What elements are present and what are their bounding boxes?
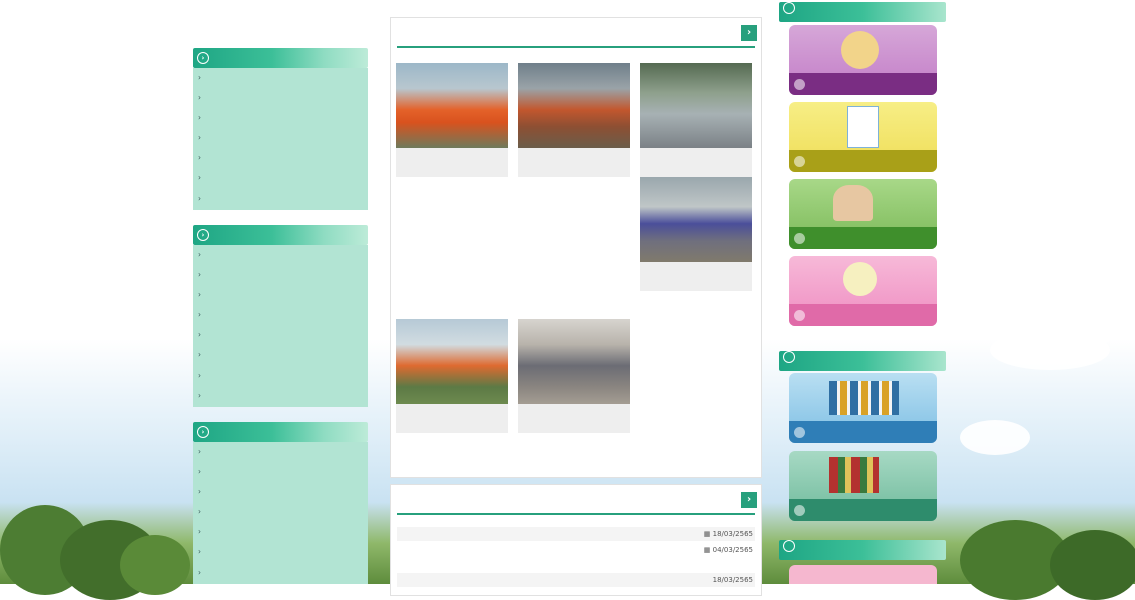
activity-photo: [518, 63, 630, 148]
activity-photo: [640, 177, 752, 262]
news-date: ▦ 04/03/2565: [703, 546, 753, 554]
arrow-circle-icon: [794, 505, 805, 516]
complaint-report-banner[interactable]: [789, 256, 937, 326]
news-date: 18/03/2565: [712, 576, 753, 584]
arrow-circle-icon: ›: [197, 425, 209, 438]
tree: [1050, 530, 1135, 600]
arrow-circle-icon: [783, 540, 795, 552]
complaint-manual-banner[interactable]: [789, 102, 937, 172]
news-date: ▦ 18/03/2565: [703, 530, 753, 538]
tree: [120, 535, 190, 595]
right-column: [779, 0, 950, 584]
activity-card[interactable]: [396, 63, 508, 177]
left-column: › › ›: [193, 0, 373, 584]
binders-icon: [829, 381, 899, 415]
menu-item-dev-strategy[interactable]: [193, 442, 368, 462]
activities-divider: [397, 46, 755, 48]
activity-caption: [640, 148, 752, 177]
news-panel: › ▦ 18/03/2565 ▦ 04/03/2565 18/03/2565: [390, 484, 762, 596]
menu-item-society[interactable]: [193, 148, 368, 168]
arrow-circle-icon: [783, 351, 795, 363]
menu-item-evaluation[interactable]: [193, 542, 368, 562]
menu-item-strategy[interactable]: [193, 88, 368, 108]
activity-card[interactable]: [396, 319, 508, 433]
menu-item-tourism[interactable]: [193, 189, 368, 209]
news-item[interactable]: ▦ 18/03/2565: [397, 527, 755, 541]
menu-item-annual-results[interactable]: [193, 522, 368, 542]
cloud: [960, 420, 1030, 455]
menu-item-budget[interactable]: [193, 482, 368, 502]
menu-plans: [193, 442, 368, 584]
menu-item-action-plan[interactable]: [193, 502, 368, 522]
news-item[interactable]: 18/03/2565: [397, 573, 755, 587]
news-item[interactable]: ▦ 04/03/2565: [397, 545, 755, 567]
menu-item-staffing-plan[interactable]: [193, 462, 368, 482]
menu-item-agency-structure[interactable]: [193, 305, 368, 325]
law-header: [779, 540, 946, 560]
complaint-steps-banner[interactable]: [789, 25, 937, 95]
activity-photo: [396, 63, 508, 148]
activity-photo: [518, 319, 630, 404]
menu-item-internal-control[interactable]: [193, 563, 368, 583]
complaint-channel-banner[interactable]: [789, 179, 937, 249]
news-arrow-button[interactable]: ›: [741, 492, 757, 508]
activity-caption: [396, 404, 508, 433]
activity-photo: [640, 63, 752, 148]
report-icon: [843, 262, 877, 296]
menu-header-structure: ›: [193, 225, 368, 245]
person-icon: [841, 31, 879, 69]
activity-card[interactable]: [640, 177, 752, 291]
megaphone-person-icon: [833, 185, 873, 221]
menu-item-economy[interactable]: [193, 128, 368, 148]
menu-item-otop[interactable]: [193, 168, 368, 188]
menu-item-structure-duties[interactable]: [193, 245, 368, 265]
activity-caption: [518, 404, 630, 433]
activity-photo: [396, 319, 508, 404]
menu-item-general-info[interactable]: [193, 108, 368, 128]
activity-card[interactable]: [518, 319, 630, 433]
arrow-circle-icon: ›: [197, 51, 209, 64]
menu-item-executives[interactable]: [193, 265, 368, 285]
menu-basic-info: [193, 68, 368, 210]
menu-structure: [193, 245, 368, 407]
news-divider: [397, 513, 755, 515]
arrow-circle-icon: [794, 233, 805, 244]
activity-caption: [396, 148, 508, 177]
citizen-manual-banner[interactable]: [789, 373, 937, 443]
complaint-header: [779, 2, 946, 22]
arrow-circle-icon: [794, 79, 805, 90]
menu-item-education[interactable]: [193, 386, 368, 406]
activities-panel: ›: [390, 17, 762, 478]
arrow-circle-icon: ›: [197, 228, 209, 241]
books-icon: [829, 457, 879, 493]
manual-header: [779, 351, 946, 371]
activity-card[interactable]: [518, 63, 630, 177]
menu-item-council[interactable]: [193, 285, 368, 305]
activities-arrow-button[interactable]: ›: [741, 25, 757, 41]
menu-item-vision[interactable]: [193, 68, 368, 88]
menu-item-clerk-office[interactable]: [193, 325, 368, 345]
menu-header-basic-info: ›: [193, 48, 368, 68]
menu-item-engineering[interactable]: [193, 366, 368, 386]
operations-manual-banner[interactable]: [789, 451, 937, 521]
activity-caption: [518, 148, 630, 177]
clipboard-icon: [847, 106, 879, 148]
arrow-circle-icon: [794, 310, 805, 321]
page: › › › › › › › › › › › › › › › › › › › › …: [193, 0, 950, 596]
cloud: [1030, 300, 1120, 350]
menu-item-finance[interactable]: [193, 345, 368, 365]
arrow-circle-icon: [794, 427, 805, 438]
activity-card[interactable]: [640, 63, 752, 177]
arrow-circle-icon: [783, 2, 795, 14]
activity-caption: [640, 262, 752, 291]
law-banner[interactable]: [789, 565, 937, 584]
arrow-circle-icon: [794, 156, 805, 167]
menu-header-plans: ›: [193, 422, 368, 442]
